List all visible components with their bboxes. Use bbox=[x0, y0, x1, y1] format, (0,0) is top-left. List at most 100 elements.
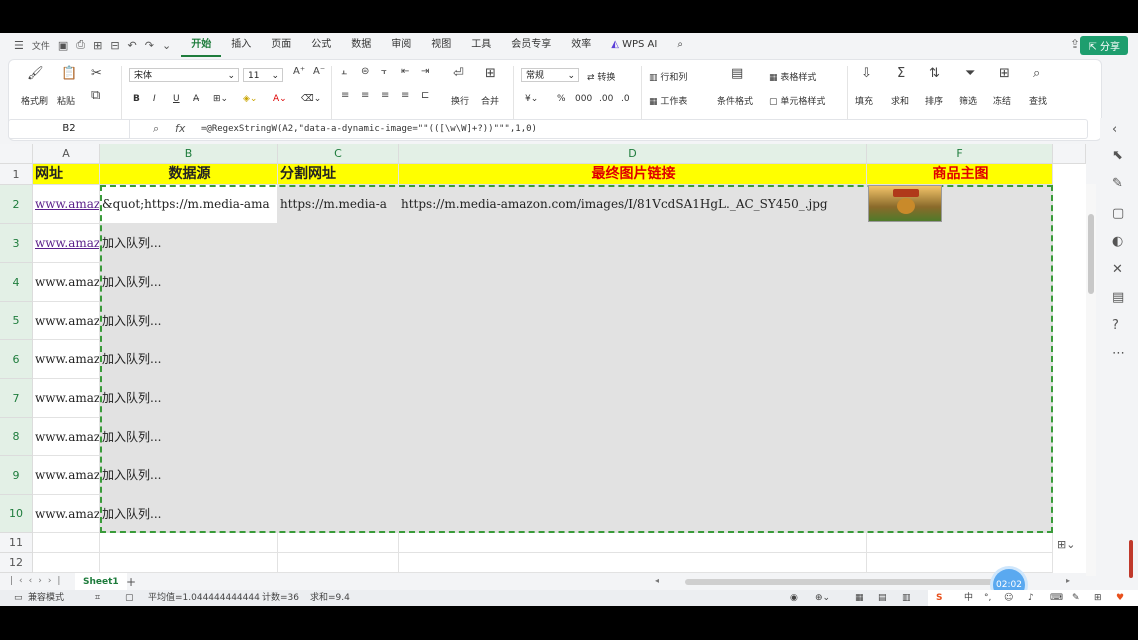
skin-icon[interactable]: ✎ bbox=[1072, 590, 1080, 606]
share-button[interactable]: ⇱ 分享 bbox=[1080, 36, 1128, 55]
print-icon[interactable]: ⊞ bbox=[93, 39, 102, 52]
filter-icon[interactable]: ⏷ bbox=[965, 66, 975, 81]
row-header[interactable]: 12 bbox=[0, 553, 33, 573]
header-cell-final-image-link[interactable]: 最终图片链接 bbox=[399, 164, 867, 185]
row-header[interactable]: 2 bbox=[0, 185, 33, 224]
sort-label[interactable]: 排序 bbox=[925, 94, 943, 107]
column-header-f[interactable]: F bbox=[867, 144, 1053, 164]
cell-a4[interactable]: www.amazo bbox=[33, 263, 100, 302]
row-header[interactable]: 3 bbox=[0, 224, 33, 263]
convert-button[interactable]: ⇄ 转换 bbox=[587, 70, 615, 83]
font-size-select[interactable]: 11 ⌄ bbox=[243, 68, 283, 82]
row-header[interactable]: 1 bbox=[0, 164, 33, 185]
tab-efficiency[interactable]: 效率 bbox=[561, 33, 601, 57]
align-center-icon[interactable]: ≡ bbox=[361, 90, 369, 101]
cell-f10[interactable] bbox=[867, 495, 1053, 533]
cell-f5[interactable] bbox=[867, 302, 1053, 340]
filter-label[interactable]: 筛选 bbox=[959, 94, 977, 107]
select-cursor-icon[interactable]: ⬉ bbox=[1112, 148, 1123, 163]
align-top-icon[interactable]: ⫠ bbox=[341, 66, 347, 77]
indent-decrease-icon[interactable]: ⇤ bbox=[401, 66, 409, 77]
cond-format-label[interactable]: 条件格式 bbox=[717, 94, 753, 107]
product-main-image[interactable] bbox=[868, 185, 942, 222]
row-header[interactable]: 10 bbox=[0, 495, 33, 533]
wps-ai-button[interactable]: ◭ WPS AI bbox=[601, 33, 667, 57]
cell-f11[interactable] bbox=[867, 533, 1053, 553]
status-count[interactable]: 计数=36 bbox=[262, 590, 299, 606]
justify-icon[interactable]: ≡ bbox=[401, 90, 409, 101]
cell-c6[interactable] bbox=[278, 340, 399, 379]
row-header[interactable]: 5 bbox=[0, 302, 33, 340]
cell-a10[interactable]: www.amazo bbox=[33, 495, 100, 533]
tab-page[interactable]: 页面 bbox=[261, 33, 301, 57]
sheet-nav-arrows-icon[interactable]: |‹‹››| bbox=[10, 576, 66, 586]
cell-b2[interactable]: &quot;https://m.media-ama bbox=[100, 185, 278, 224]
scrollbar-thumb[interactable] bbox=[1088, 214, 1094, 294]
clear-format-icon[interactable]: ⌫⌄ bbox=[301, 94, 321, 104]
paste-label[interactable]: 粘贴 bbox=[57, 94, 75, 107]
align-middle-icon[interactable]: ⊜ bbox=[361, 66, 369, 77]
cell-f12[interactable] bbox=[867, 553, 1053, 573]
format-painter-icon[interactable]: 🖌 bbox=[27, 66, 44, 81]
export-pdf-icon[interactable]: ⎙ bbox=[76, 38, 85, 52]
keyboard-icon[interactable]: ⌨ bbox=[1050, 590, 1063, 606]
sum-icon[interactable]: Σ bbox=[897, 66, 905, 81]
tab-data[interactable]: 数据 bbox=[341, 33, 381, 57]
row-header[interactable]: 7 bbox=[0, 379, 33, 418]
cell-d9[interactable] bbox=[399, 456, 867, 495]
book-icon[interactable]: ▤ bbox=[1112, 290, 1124, 305]
decimal-decrease-icon[interactable]: .0 bbox=[621, 94, 630, 104]
tab-review[interactable]: 审阅 bbox=[381, 33, 421, 57]
zoom-icon[interactable]: ⌕ bbox=[153, 120, 159, 138]
cell-b5[interactable]: 加入队列... bbox=[100, 302, 278, 340]
find-label[interactable]: 查找 bbox=[1029, 94, 1047, 107]
tab-tools[interactable]: 工具 bbox=[461, 33, 501, 57]
freeze-label[interactable]: 冻结 bbox=[993, 94, 1011, 107]
cell-f3[interactable] bbox=[867, 224, 1053, 263]
column-header-c[interactable]: C bbox=[278, 144, 399, 164]
vertical-scrollbar[interactable] bbox=[1086, 184, 1096, 576]
cell-a6[interactable]: www.amazo bbox=[33, 340, 100, 379]
header-cell-split-url[interactable]: 分割网址 bbox=[278, 164, 399, 185]
cell-a3[interactable]: www.amazo bbox=[33, 224, 100, 263]
align-bottom-icon[interactable]: ⫟ bbox=[381, 66, 387, 77]
style-icon[interactable]: ◐ bbox=[1112, 234, 1123, 249]
status-sum[interactable]: 求和=9.4 bbox=[310, 590, 350, 606]
copy-icon[interactable]: ⧉ bbox=[91, 88, 100, 103]
cell-d6[interactable] bbox=[399, 340, 867, 379]
row-header[interactable]: 4 bbox=[0, 263, 33, 302]
number-format-select[interactable]: 常规 ⌄ bbox=[521, 68, 579, 82]
cell-d8[interactable] bbox=[399, 418, 867, 456]
sogou-ime-icon[interactable]: S bbox=[936, 590, 942, 606]
underline-button[interactable]: U bbox=[173, 94, 180, 104]
cell-f9[interactable] bbox=[867, 456, 1053, 495]
select-all-corner[interactable] bbox=[0, 144, 33, 164]
formula-input[interactable]: =@RegexStringW(A2,"data-a-dynamic-image=… bbox=[201, 120, 537, 138]
align-right-icon[interactable]: ≡ bbox=[381, 90, 389, 101]
cell-a9[interactable]: www.amazo bbox=[33, 456, 100, 495]
merge-icon[interactable]: ⊞ bbox=[485, 66, 496, 81]
page-layout-icon[interactable]: ▤ bbox=[878, 590, 887, 606]
macro-icon[interactable]: ⌗ bbox=[95, 590, 100, 606]
row-header[interactable]: 8 bbox=[0, 418, 33, 456]
cell-d4[interactable] bbox=[399, 263, 867, 302]
cell-b9[interactable]: 加入队列... bbox=[100, 456, 278, 495]
punctuation-icon[interactable]: °, bbox=[984, 590, 991, 606]
more-chevron-icon[interactable]: ⌄ bbox=[162, 39, 171, 52]
sheet-info-icon[interactable]: ▢ bbox=[125, 590, 134, 606]
cell-a2[interactable]: www.amazo bbox=[33, 185, 100, 224]
toolbox-icon[interactable]: ⊞ bbox=[1094, 590, 1102, 606]
hscroll-right-icon[interactable]: ▸ bbox=[1066, 576, 1070, 585]
paste-icon[interactable]: 📋 bbox=[61, 66, 77, 81]
collapse-icon[interactable]: ‹ bbox=[1112, 122, 1117, 137]
cell-d7[interactable] bbox=[399, 379, 867, 418]
search-icon[interactable]: ⌕ bbox=[667, 33, 693, 57]
merge-label[interactable]: 合并 bbox=[481, 94, 499, 107]
wrap-label[interactable]: 换行 bbox=[451, 94, 469, 107]
format-painter-label[interactable]: 格式刷 bbox=[21, 94, 48, 107]
cell-f4[interactable] bbox=[867, 263, 1053, 302]
cell-a8[interactable]: www.amazo bbox=[33, 418, 100, 456]
cell-f6[interactable] bbox=[867, 340, 1053, 379]
compat-mode-label[interactable]: 兼容模式 bbox=[28, 590, 64, 606]
undo-icon[interactable]: ↶ bbox=[128, 39, 137, 52]
